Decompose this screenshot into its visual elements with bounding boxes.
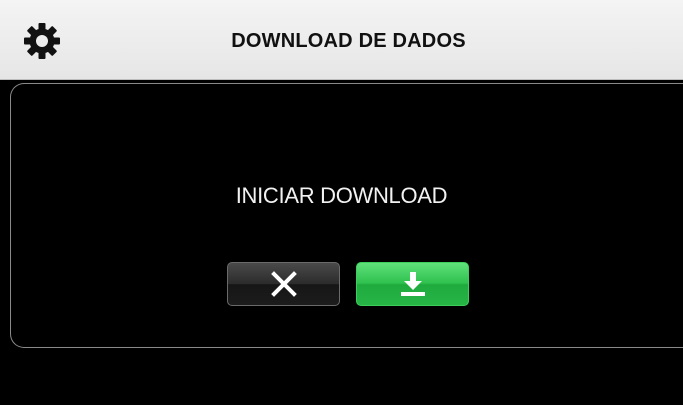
start-download-button[interactable] [356,262,469,306]
close-icon [270,270,298,298]
header-bar: DOWNLOAD DE DADOS [0,0,683,80]
page-title: DOWNLOAD DE DADOS [231,30,466,52]
cancel-button[interactable] [227,262,340,306]
download-dialog [10,83,683,348]
download-screen: DOWNLOAD DE DADOS INICIAR DOWNLOAD [0,0,683,405]
download-icon [398,270,428,298]
dialog-message: INICIAR DOWNLOAD [235,183,448,208]
